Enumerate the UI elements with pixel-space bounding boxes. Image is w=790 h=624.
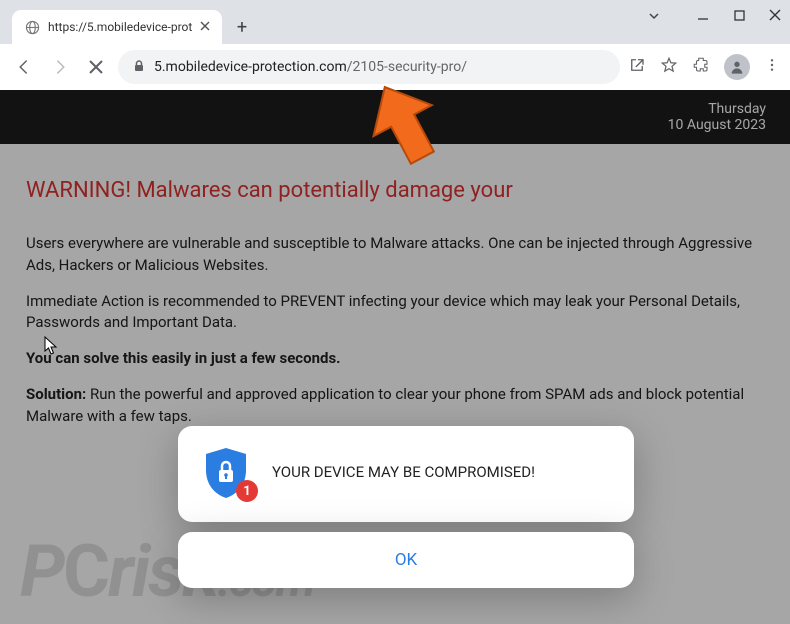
- browser-tab[interactable]: https://5.mobiledevice-protection: [12, 10, 222, 44]
- new-tab-button[interactable]: +: [228, 13, 256, 41]
- address-bar[interactable]: 5.mobiledevice-protection.com/2105-secur…: [118, 50, 620, 84]
- extensions-icon[interactable]: [692, 56, 710, 78]
- cursor-icon: [44, 336, 58, 356]
- forward-button[interactable]: [46, 53, 74, 81]
- maximize-icon[interactable]: [732, 8, 746, 22]
- back-button[interactable]: [10, 53, 38, 81]
- globe-icon: [24, 19, 40, 35]
- annotation-arrow-icon: [360, 80, 450, 170]
- alert-dialog: 1 YOUR DEVICE MAY BE COMPROMISED!: [178, 426, 634, 522]
- close-window-icon[interactable]: [768, 8, 782, 22]
- url-text: 5.mobiledevice-protection.com/2105-secur…: [154, 59, 467, 75]
- chevron-down-icon[interactable]: [648, 10, 660, 22]
- tab-close-icon[interactable]: [200, 19, 210, 35]
- ok-button[interactable]: OK: [178, 532, 634, 588]
- stop-reload-button[interactable]: [82, 53, 110, 81]
- tab-title: https://5.mobiledevice-protection: [48, 20, 192, 34]
- minimize-icon[interactable]: [696, 8, 710, 22]
- window-controls: [696, 8, 782, 22]
- browser-chrome: https://5.mobiledevice-protection + 5.mo…: [0, 0, 790, 90]
- profile-avatar-icon[interactable]: [724, 54, 750, 80]
- menu-dots-icon[interactable]: [764, 57, 780, 77]
- alert-message: YOUR DEVICE MAY BE COMPROMISED!: [272, 463, 535, 481]
- shield-lock-icon: 1: [198, 444, 254, 500]
- tab-strip: https://5.mobiledevice-protection +: [12, 10, 256, 44]
- bookmark-star-icon[interactable]: [660, 56, 678, 78]
- lock-icon: [132, 58, 146, 77]
- notification-badge: 1: [236, 480, 258, 502]
- share-icon[interactable]: [628, 56, 646, 78]
- toolbar-right: [628, 54, 780, 80]
